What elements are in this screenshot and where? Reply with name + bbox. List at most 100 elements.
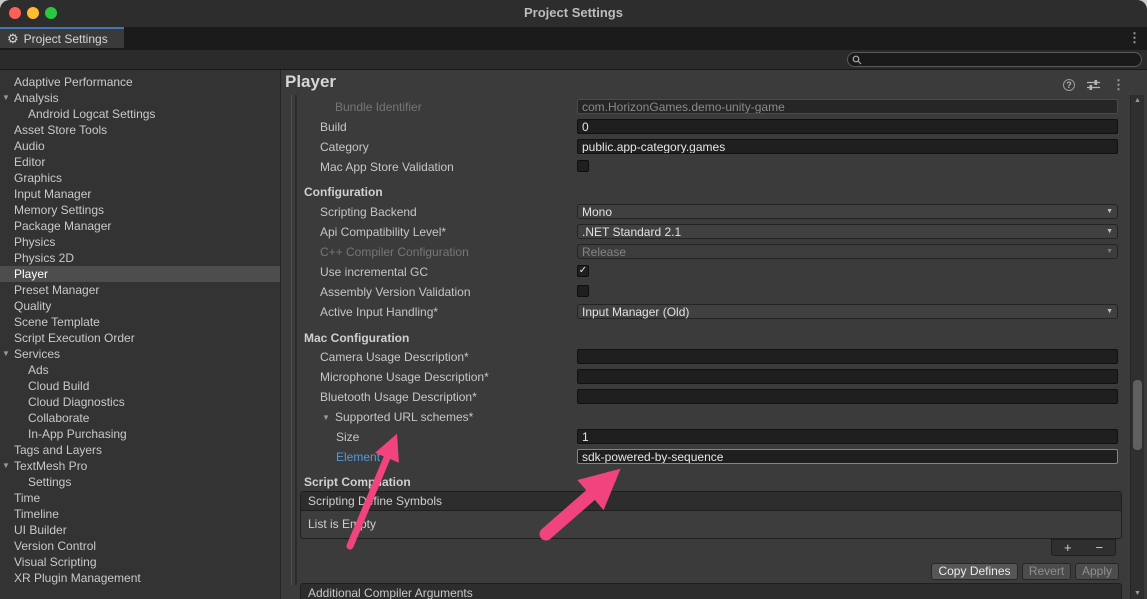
element-0-input[interactable] bbox=[577, 449, 1118, 464]
scroll-down-arrow-icon[interactable]: ▼ bbox=[1131, 590, 1144, 597]
sidebar-item-time[interactable]: Time bbox=[0, 490, 280, 506]
sidebar-item-player[interactable]: Player bbox=[0, 266, 280, 282]
sidebar-item-label: Cloud Diagnostics bbox=[28, 395, 125, 409]
sidebar-item-graphics[interactable]: Graphics bbox=[0, 170, 280, 186]
additional-compiler-arguments-header[interactable]: Additional Compiler Arguments bbox=[300, 583, 1122, 599]
sidebar-item-label: Timeline bbox=[14, 507, 59, 521]
sidebar-item-android-logcat-settings[interactable]: Android Logcat Settings bbox=[0, 106, 280, 122]
sidebar-item-tags-and-layers[interactable]: Tags and Layers bbox=[0, 442, 280, 458]
build-input[interactable] bbox=[577, 119, 1118, 134]
sidebar-item-preset-manager[interactable]: Preset Manager bbox=[0, 282, 280, 298]
sidebar-item-label: Collaborate bbox=[28, 411, 89, 425]
url-schemes-size-input[interactable] bbox=[577, 429, 1118, 444]
cpp-compiler-configuration-dropdown: Release▼ bbox=[577, 244, 1118, 259]
add-item-button[interactable]: + bbox=[1064, 541, 1072, 554]
presets-sliders-icon[interactable] bbox=[1087, 79, 1100, 91]
microphone-usage-description-input[interactable] bbox=[577, 369, 1118, 384]
sidebar-item-cloud-build[interactable]: Cloud Build bbox=[0, 378, 280, 394]
api-compatibility-level-dropdown[interactable]: .NET Standard 2.1 ▼ bbox=[577, 224, 1118, 239]
panel-kebab-menu-icon[interactable]: ⋮ bbox=[1112, 78, 1125, 91]
sidebar-item-label: XR Plugin Management bbox=[14, 571, 141, 585]
tab-bar-kebab-menu-icon[interactable]: ⋮ bbox=[1128, 31, 1141, 44]
remove-item-button[interactable]: − bbox=[1095, 541, 1103, 554]
bundle-identifier-input bbox=[577, 99, 1118, 114]
bluetooth-usage-description-input[interactable] bbox=[577, 389, 1118, 404]
sidebar-item-collaborate[interactable]: Collaborate bbox=[0, 410, 280, 426]
category-input[interactable] bbox=[577, 139, 1118, 154]
title-bar: Project Settings bbox=[0, 0, 1147, 27]
vertical-scrollbar[interactable]: ▲ ▼ bbox=[1130, 95, 1144, 599]
scripting-backend-dropdown[interactable]: Mono▼ bbox=[577, 204, 1118, 219]
sidebar-item-ui-builder[interactable]: UI Builder bbox=[0, 522, 280, 538]
help-icon[interactable]: ? bbox=[1063, 79, 1075, 91]
project-settings-window: Project Settings ⚙ Project Settings ⋮ Ad… bbox=[0, 0, 1147, 599]
field-label-bluetooth-usage-description: Bluetooth Usage Description* bbox=[320, 390, 477, 405]
sidebar-item-label: Time bbox=[14, 491, 40, 505]
sidebar-item-version-control[interactable]: Version Control bbox=[0, 538, 280, 554]
sidebar-item-label: Cloud Build bbox=[28, 379, 89, 393]
foldout-triangle-icon[interactable]: ▼ bbox=[322, 410, 330, 425]
sidebar-item-scene-template[interactable]: Scene Template bbox=[0, 314, 280, 330]
tab-project-settings[interactable]: ⚙ Project Settings bbox=[0, 27, 124, 48]
sidebar-item-textmesh-pro[interactable]: ▼TextMesh Pro bbox=[0, 458, 280, 474]
sidebar-item-adaptive-performance[interactable]: Adaptive Performance bbox=[0, 74, 280, 90]
sidebar-item-label: Adaptive Performance bbox=[14, 75, 133, 89]
chevron-down-icon: ▼ bbox=[1106, 228, 1113, 235]
scrollbar-thumb[interactable] bbox=[1133, 380, 1142, 450]
dropdown-value: .NET Standard 2.1 bbox=[582, 225, 681, 239]
sidebar-item-xr-plugin-management[interactable]: XR Plugin Management bbox=[0, 570, 280, 586]
sidebar-item-package-manager[interactable]: Package Manager bbox=[0, 218, 280, 234]
sidebar-item-analysis[interactable]: ▼ Analysis bbox=[0, 90, 280, 106]
sidebar-item-ads[interactable]: Ads bbox=[0, 362, 280, 378]
sidebar-item-audio[interactable]: Audio bbox=[0, 138, 280, 154]
section-mac-configuration: Mac Configuration bbox=[304, 331, 409, 345]
field-label-cpp-compiler-configuration: C++ Compiler Configuration bbox=[320, 245, 469, 260]
sidebar-item-quality[interactable]: Quality bbox=[0, 298, 280, 314]
section-script-compilation: Script Compilation bbox=[304, 475, 411, 489]
foldout-supported-url-schemes[interactable]: Supported URL schemes* bbox=[335, 410, 473, 425]
list-header[interactable]: Scripting Define Symbols bbox=[301, 492, 1121, 511]
foldout-triangle-icon[interactable]: ▼ bbox=[2, 346, 10, 362]
scroll-up-arrow-icon[interactable]: ▲ bbox=[1131, 97, 1144, 104]
field-label-api-compatibility-level: Api Compatibility Level* bbox=[320, 225, 446, 240]
dropdown-value: Mono bbox=[582, 205, 612, 219]
sidebar-item-in-app-purchasing[interactable]: In-App Purchasing bbox=[0, 426, 280, 442]
sidebar-item-services[interactable]: ▼Services bbox=[0, 346, 280, 362]
field-label-mac-app-store-validation: Mac App Store Validation bbox=[320, 160, 454, 175]
sidebar-item-label: Editor bbox=[14, 155, 45, 169]
sidebar-item-editor[interactable]: Editor bbox=[0, 154, 280, 170]
active-input-handling-dropdown[interactable]: Input Manager (Old)▼ bbox=[577, 304, 1118, 319]
foldout-triangle-icon[interactable]: ▼ bbox=[2, 458, 10, 474]
sidebar-item-label: Analysis bbox=[14, 91, 59, 105]
foldout-triangle-icon[interactable]: ▼ bbox=[2, 90, 10, 106]
sidebar-item-timeline[interactable]: Timeline bbox=[0, 506, 280, 522]
sidebar-item-physics-2d[interactable]: Physics 2D bbox=[0, 250, 280, 266]
sidebar-item-label: Player bbox=[14, 267, 48, 281]
sidebar-item-label: Memory Settings bbox=[14, 203, 104, 217]
camera-usage-description-input[interactable] bbox=[577, 349, 1118, 364]
sidebar-item-label: Ads bbox=[28, 363, 49, 377]
copy-defines-button[interactable]: Copy Defines bbox=[931, 563, 1018, 580]
sidebar-item-cloud-diagnostics[interactable]: Cloud Diagnostics bbox=[0, 394, 280, 410]
sidebar-item-physics[interactable]: Physics bbox=[0, 234, 280, 250]
sidebar-item-script-execution-order[interactable]: Script Execution Order bbox=[0, 330, 280, 346]
panel-groove-line bbox=[295, 95, 297, 585]
sidebar-item-label: Quality bbox=[14, 299, 51, 313]
sidebar-list: Adaptive Performance ▼ AnalysisAndroid Log… bbox=[0, 74, 280, 586]
field-label-category: Category bbox=[320, 140, 369, 155]
use-incremental-gc-checkbox[interactable]: ✓ bbox=[577, 265, 589, 277]
sidebar-item-visual-scripting[interactable]: Visual Scripting bbox=[0, 554, 280, 570]
sidebar-item-settings[interactable]: Settings bbox=[0, 474, 280, 490]
field-label-assembly-version-validation: Assembly Version Validation bbox=[320, 285, 471, 300]
field-label-element-0: Element 0 bbox=[336, 450, 390, 465]
assembly-version-validation-checkbox[interactable]: ✓ bbox=[577, 285, 589, 297]
sidebar-item-asset-store-tools[interactable]: Asset Store Tools bbox=[0, 122, 280, 138]
search-box[interactable] bbox=[847, 52, 1142, 67]
toolbar bbox=[0, 50, 1147, 70]
sidebar-item-memory-settings[interactable]: Memory Settings bbox=[0, 202, 280, 218]
chevron-down-icon: ▼ bbox=[1106, 308, 1113, 315]
sidebar-item-label: Visual Scripting bbox=[14, 555, 97, 569]
mac-app-store-validation-checkbox[interactable]: ✓ bbox=[577, 160, 589, 172]
search-input[interactable] bbox=[865, 54, 1141, 66]
sidebar-item-input-manager[interactable]: Input Manager bbox=[0, 186, 280, 202]
